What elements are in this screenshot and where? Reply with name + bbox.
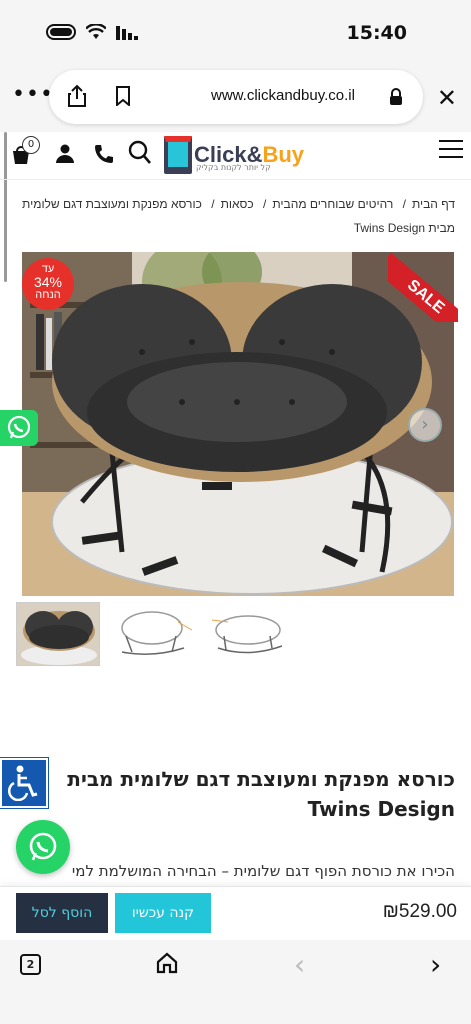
product-title: כורסא מפנקת ומעוצבת דגם שלומית מבית Twin…: [67, 767, 455, 821]
wifi-icon: [86, 24, 106, 39]
close-icon[interactable]: ✕: [437, 84, 457, 112]
breadcrumb-chairs[interactable]: כסאות: [221, 197, 254, 211]
address-bar[interactable]: www.clickandbuy.co.il: [49, 70, 423, 124]
tabs-button[interactable]: 2: [20, 954, 41, 975]
discount-percent: 34%: [33, 274, 63, 290]
whatsapp-side-icon[interactable]: [0, 410, 38, 446]
status-icons: [46, 24, 140, 40]
url-text[interactable]: www.clickandbuy.co.il: [211, 87, 355, 104]
logo-mark-icon: [164, 136, 192, 174]
product-description: הכירו את כורסת הפוף דגם שלומית – הבחירה …: [71, 862, 455, 880]
thumbnail-1[interactable]: [16, 602, 100, 666]
discount-badge: עד 34% הנחה: [22, 258, 74, 310]
whatsapp-icon: [7, 415, 31, 439]
search-icon[interactable]: [128, 140, 152, 166]
lock-icon: [390, 88, 402, 105]
menu-icon[interactable]: [439, 140, 463, 164]
next-image-arrow[interactable]: ›: [408, 408, 442, 442]
breadcrumb-home[interactable]: דף הבית: [412, 197, 455, 211]
bookmark-icon[interactable]: [115, 86, 131, 106]
sale-ribbon: SALE: [388, 252, 458, 322]
whatsapp-chat-icon: [29, 832, 57, 861]
buy-now-button[interactable]: קנה עכשיו: [115, 893, 211, 933]
add-to-cart-button[interactable]: הוסף לסל: [16, 893, 108, 933]
browser-bottom-toolbar: 2 ‹ ›: [0, 940, 471, 1024]
home-icon[interactable]: [156, 952, 178, 974]
logo-tagline: קל יותר לקנות בקליק: [196, 163, 271, 172]
thumbnail-strip: [16, 602, 292, 666]
thumbnail-2[interactable]: [112, 602, 196, 666]
breadcrumb-furniture[interactable]: רהיטים שבוחרים מהבית: [272, 197, 393, 211]
phone-icon[interactable]: [94, 144, 114, 164]
browser-toolbar: ••• www.clickandbuy.co.il ✕: [0, 64, 471, 132]
discount-suffix: הנחה: [35, 289, 61, 301]
signal-icon: [116, 26, 138, 40]
forward-arrow-icon[interactable]: ›: [430, 948, 441, 981]
accessibility-icon[interactable]: [0, 757, 49, 809]
cart-count-badge: 0: [22, 136, 40, 154]
product-price: ₪529.00: [382, 901, 457, 922]
user-icon[interactable]: [56, 144, 74, 164]
more-icon[interactable]: •••: [12, 82, 54, 107]
site-header: 0 Click&Buy קל יותר לקנות בקליק: [0, 132, 471, 180]
share-icon[interactable]: [67, 84, 87, 108]
breadcrumb: דף הבית/ רהיטים שבוחרים מהבית/ כסאות/ כו…: [22, 197, 455, 235]
status-bar: 15:40: [0, 0, 471, 64]
status-time: 15:40: [346, 22, 407, 44]
thumbnail-3[interactable]: [208, 602, 292, 666]
back-arrow-icon[interactable]: ‹: [294, 948, 305, 981]
sale-label: SALE: [388, 252, 458, 322]
focus-pill-icon: [46, 24, 76, 40]
site-logo[interactable]: Click&Buy קל יותר לקנות בקליק: [162, 134, 304, 176]
whatsapp-float-button[interactable]: [16, 820, 70, 874]
sticky-buy-bar: הוסף לסל קנה עכשיו ₪529.00: [0, 886, 471, 940]
